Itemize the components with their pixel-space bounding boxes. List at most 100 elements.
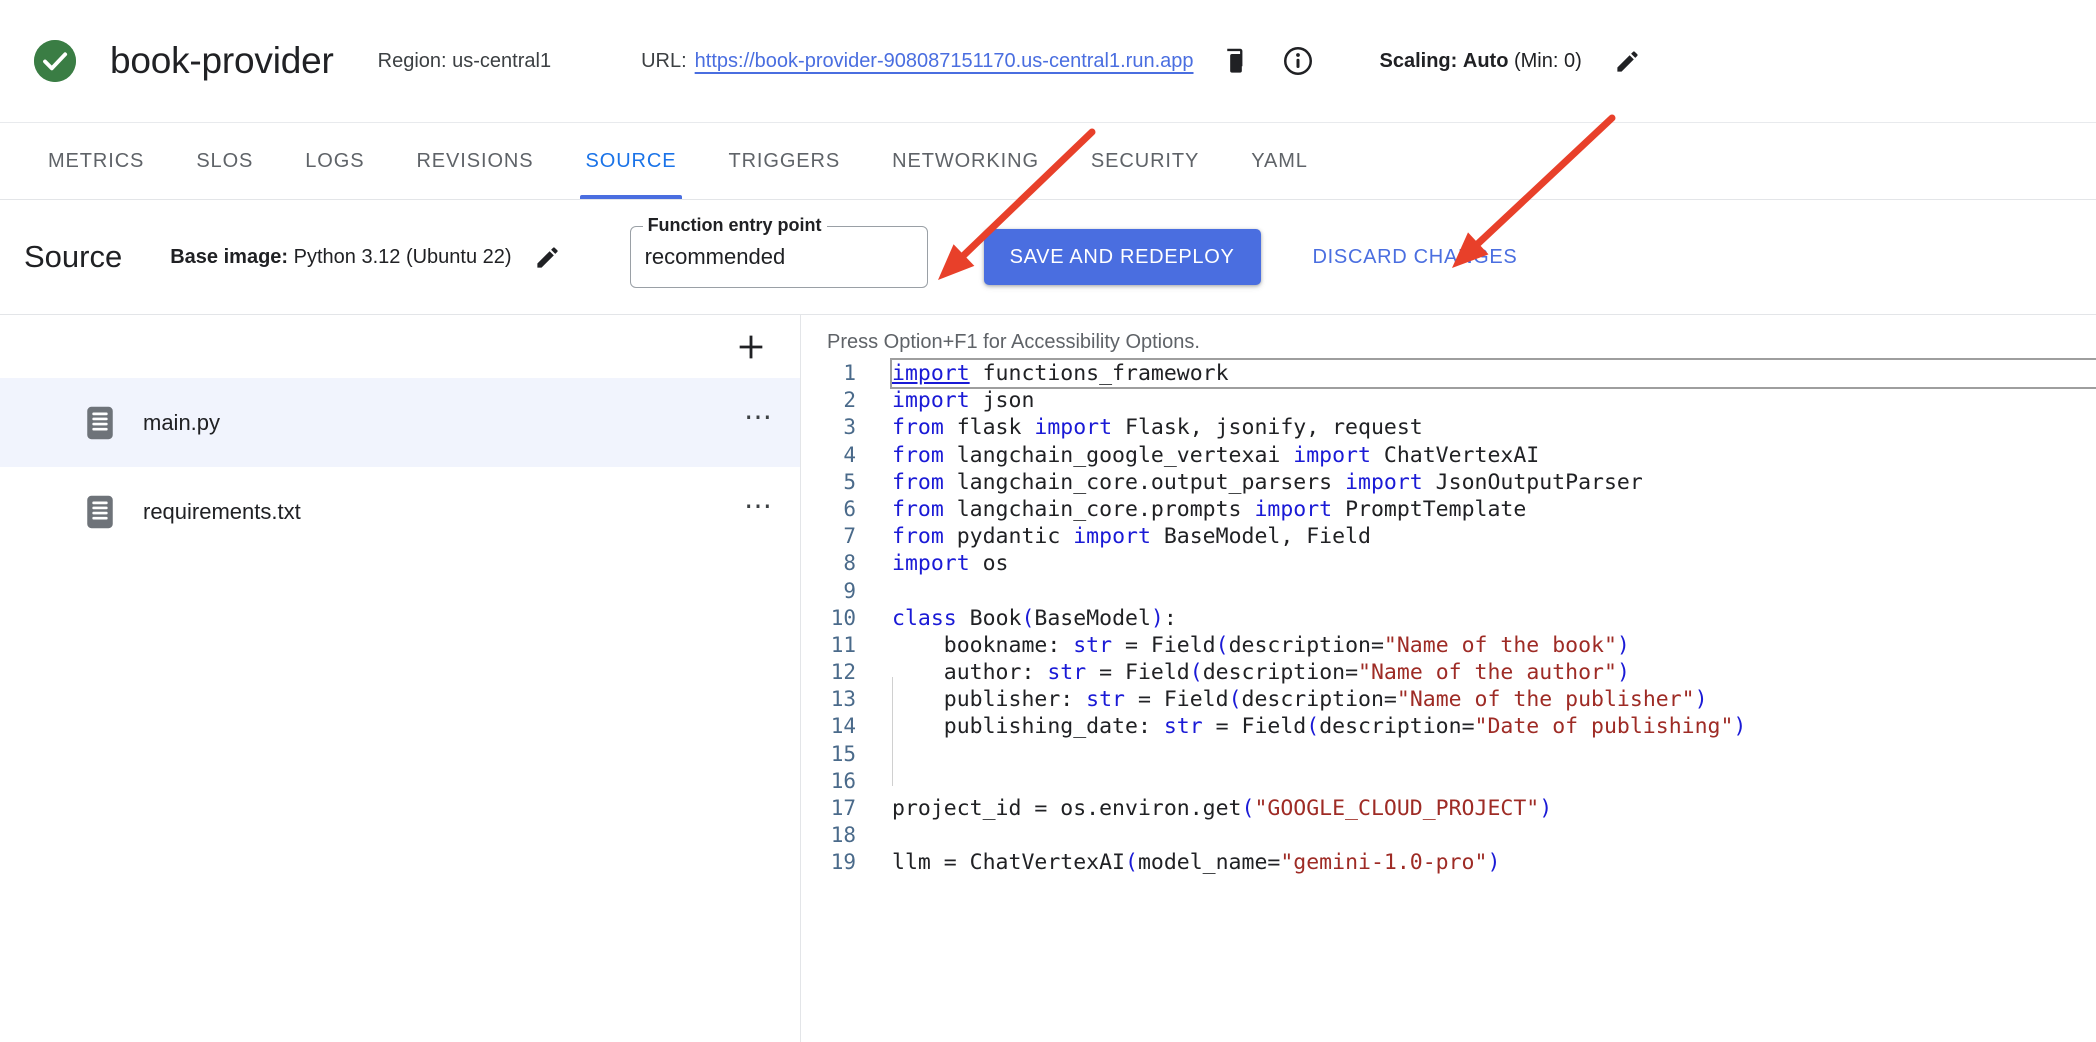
base-image-value: Python 3.12 (Ubuntu 22)	[294, 246, 512, 268]
line-number: 7	[801, 523, 856, 550]
code-line[interactable]: 4 from langchain_google_vertexai import C…	[801, 442, 2096, 469]
code-text[interactable]	[892, 768, 905, 795]
tab-source[interactable]: SOURCE	[560, 123, 703, 199]
code-line[interactable]: 15	[801, 741, 2096, 768]
code-line[interactable]: 1 import functions_framework	[801, 360, 2096, 387]
code-line[interactable]: 16	[801, 768, 2096, 795]
code-line[interactable]: 19 llm = ChatVertexAI(model_name="gemini-…	[801, 849, 2096, 876]
tab-bar: METRICS SLOS LOGS REVISIONS SOURCE TRIGG…	[0, 123, 2096, 200]
discard-changes-button[interactable]: DISCARD CHANGES	[1297, 229, 1534, 285]
line-number: 4	[801, 442, 856, 469]
code-text[interactable]	[892, 578, 905, 605]
tab-revisions[interactable]: REVISIONS	[390, 123, 559, 199]
scaling-value: Auto	[1463, 50, 1509, 72]
code-text[interactable]: import json	[892, 387, 1034, 414]
plus-icon[interactable]	[728, 324, 774, 370]
scaling-label-value: Scaling:	[1380, 50, 1458, 72]
region-label: Region: us-central1	[378, 50, 551, 73]
info-icon[interactable]	[1278, 41, 1318, 81]
code-text[interactable]: from langchain_core.output_parsers impor…	[892, 469, 1643, 496]
code-text[interactable]: author: str = Field(description="Name of…	[892, 659, 1630, 686]
code-text[interactable]: project_id = os.environ.get("GOOGLE_CLOU…	[892, 795, 1552, 822]
code-line[interactable]: 13 publisher: str = Field(description="N…	[801, 686, 2096, 713]
file-list-panel: main.py ⋯ requirements.txt ⋯	[0, 315, 801, 1042]
scaling-text: Scaling: Auto (Min: 0)	[1380, 50, 1582, 73]
tab-security[interactable]: SECURITY	[1065, 123, 1225, 199]
source-toolbar: Source Base image: Python 3.12 (Ubuntu 2…	[0, 200, 2096, 315]
code-text[interactable]: class Book(BaseModel):	[892, 605, 1177, 632]
line-number: 17	[801, 795, 856, 822]
code-text[interactable]: from pydantic import BaseModel, Field	[892, 523, 1371, 550]
tab-slos[interactable]: SLOS	[170, 123, 279, 199]
code-text[interactable]: bookname: str = Field(description="Name …	[892, 632, 1630, 659]
code-line[interactable]: 14 publishing_date: str = Field(descript…	[801, 713, 2096, 740]
code-line[interactable]: 12 author: str = Field(description="Name…	[801, 659, 2096, 686]
code-line[interactable]: 18	[801, 822, 2096, 849]
file-list-toolbar	[0, 315, 800, 378]
code-text[interactable]: publishing_date: str = Field(description…	[892, 713, 1746, 740]
file-list-item-requirements-txt[interactable]: requirements.txt ⋯	[0, 467, 800, 556]
url-label: URL:	[641, 50, 687, 73]
file-name: main.py	[143, 410, 744, 436]
line-number: 19	[801, 849, 856, 876]
code-editor[interactable]: Press Option+F1 for Accessibility Option…	[801, 315, 2096, 1042]
code-line[interactable]: 9	[801, 578, 2096, 605]
source-body: main.py ⋯ requirements.txt ⋯ Press Optio…	[0, 315, 2096, 1042]
code-line[interactable]: 3 from flask import Flask, jsonify, reque…	[801, 414, 2096, 441]
copy-icon[interactable]	[1216, 41, 1256, 81]
code-text[interactable]	[892, 822, 905, 849]
tab-networking[interactable]: NETWORKING	[866, 123, 1065, 199]
line-number: 11	[801, 632, 856, 659]
code-line[interactable]: 8 import os	[801, 550, 2096, 577]
line-number: 1	[801, 360, 856, 387]
function-entry-point-field[interactable]: Function entry point recommended	[630, 226, 928, 288]
base-image-pencil-icon[interactable]	[528, 237, 568, 277]
code-line[interactable]: 17 project_id = os.environ.get("GOOGLE_CL…	[801, 795, 2096, 822]
line-number: 18	[801, 822, 856, 849]
line-number: 16	[801, 768, 856, 795]
line-number: 15	[801, 741, 856, 768]
accessibility-note: Press Option+F1 for Accessibility Option…	[801, 315, 2096, 354]
base-image-info: Base image: Python 3.12 (Ubuntu 22)	[170, 246, 511, 269]
file-list-item-main-py[interactable]: main.py ⋯	[0, 378, 800, 467]
code-text[interactable]: from langchain_google_vertexai import Ch…	[892, 442, 1539, 469]
scaling-group: Scaling: Auto (Min: 0)	[1380, 41, 1648, 81]
code-line[interactable]: 11 bookname: str = Field(description="Na…	[801, 632, 2096, 659]
code-lines[interactable]: 1 import functions_framework2import json3…	[801, 360, 2096, 877]
code-text[interactable]: from flask import Flask, jsonify, reques…	[892, 414, 1423, 441]
service-url-link[interactable]: https://book-provider-908087151170.us-ce…	[695, 50, 1194, 73]
line-number: 10	[801, 605, 856, 632]
code-text[interactable]: llm = ChatVertexAI(model_name="gemini-1.…	[892, 849, 1500, 876]
tab-logs[interactable]: LOGS	[279, 123, 390, 199]
tab-triggers[interactable]: TRIGGERS	[702, 123, 866, 199]
code-text[interactable]	[892, 741, 905, 768]
line-number: 14	[801, 713, 856, 740]
check-circle-icon	[34, 40, 76, 82]
line-number: 3	[801, 414, 856, 441]
save-and-redeploy-button[interactable]: SAVE AND REDEPLOY	[984, 229, 1261, 285]
line-number: 13	[801, 686, 856, 713]
code-line[interactable]: 5from langchain_core.output_parsers impo…	[801, 469, 2096, 496]
code-line[interactable]: 6from langchain_core.prompts import Prom…	[801, 496, 2096, 523]
file-icon	[85, 406, 115, 440]
code-text[interactable]: import functions_framework	[892, 360, 2096, 387]
page-title: book-provider	[110, 40, 334, 82]
function-entry-point-label: Function entry point	[643, 215, 827, 236]
source-heading: Source	[24, 239, 122, 275]
code-line[interactable]: 10 class Book(BaseModel):	[801, 605, 2096, 632]
base-image-label: Base image:	[170, 246, 288, 268]
line-number: 8	[801, 550, 856, 577]
line-number: 12	[801, 659, 856, 686]
pencil-icon[interactable]	[1608, 41, 1648, 81]
code-text[interactable]: import os	[892, 550, 1009, 577]
code-line[interactable]: 2import json	[801, 387, 2096, 414]
code-line[interactable]: 7 from pydantic import BaseModel, Field	[801, 523, 2096, 550]
file-name: requirements.txt	[143, 499, 744, 525]
code-text[interactable]: publisher: str = Field(description="Name…	[892, 686, 1708, 713]
more-horizontal-icon[interactable]: ⋯	[744, 492, 774, 532]
tab-metrics[interactable]: METRICS	[22, 123, 170, 199]
tab-yaml[interactable]: YAML	[1225, 123, 1334, 199]
code-text[interactable]: from langchain_core.prompts import Promp…	[892, 496, 1526, 523]
service-header: book-provider Region: us-central1 URL: h…	[0, 0, 2096, 123]
more-horizontal-icon[interactable]: ⋯	[744, 403, 774, 443]
